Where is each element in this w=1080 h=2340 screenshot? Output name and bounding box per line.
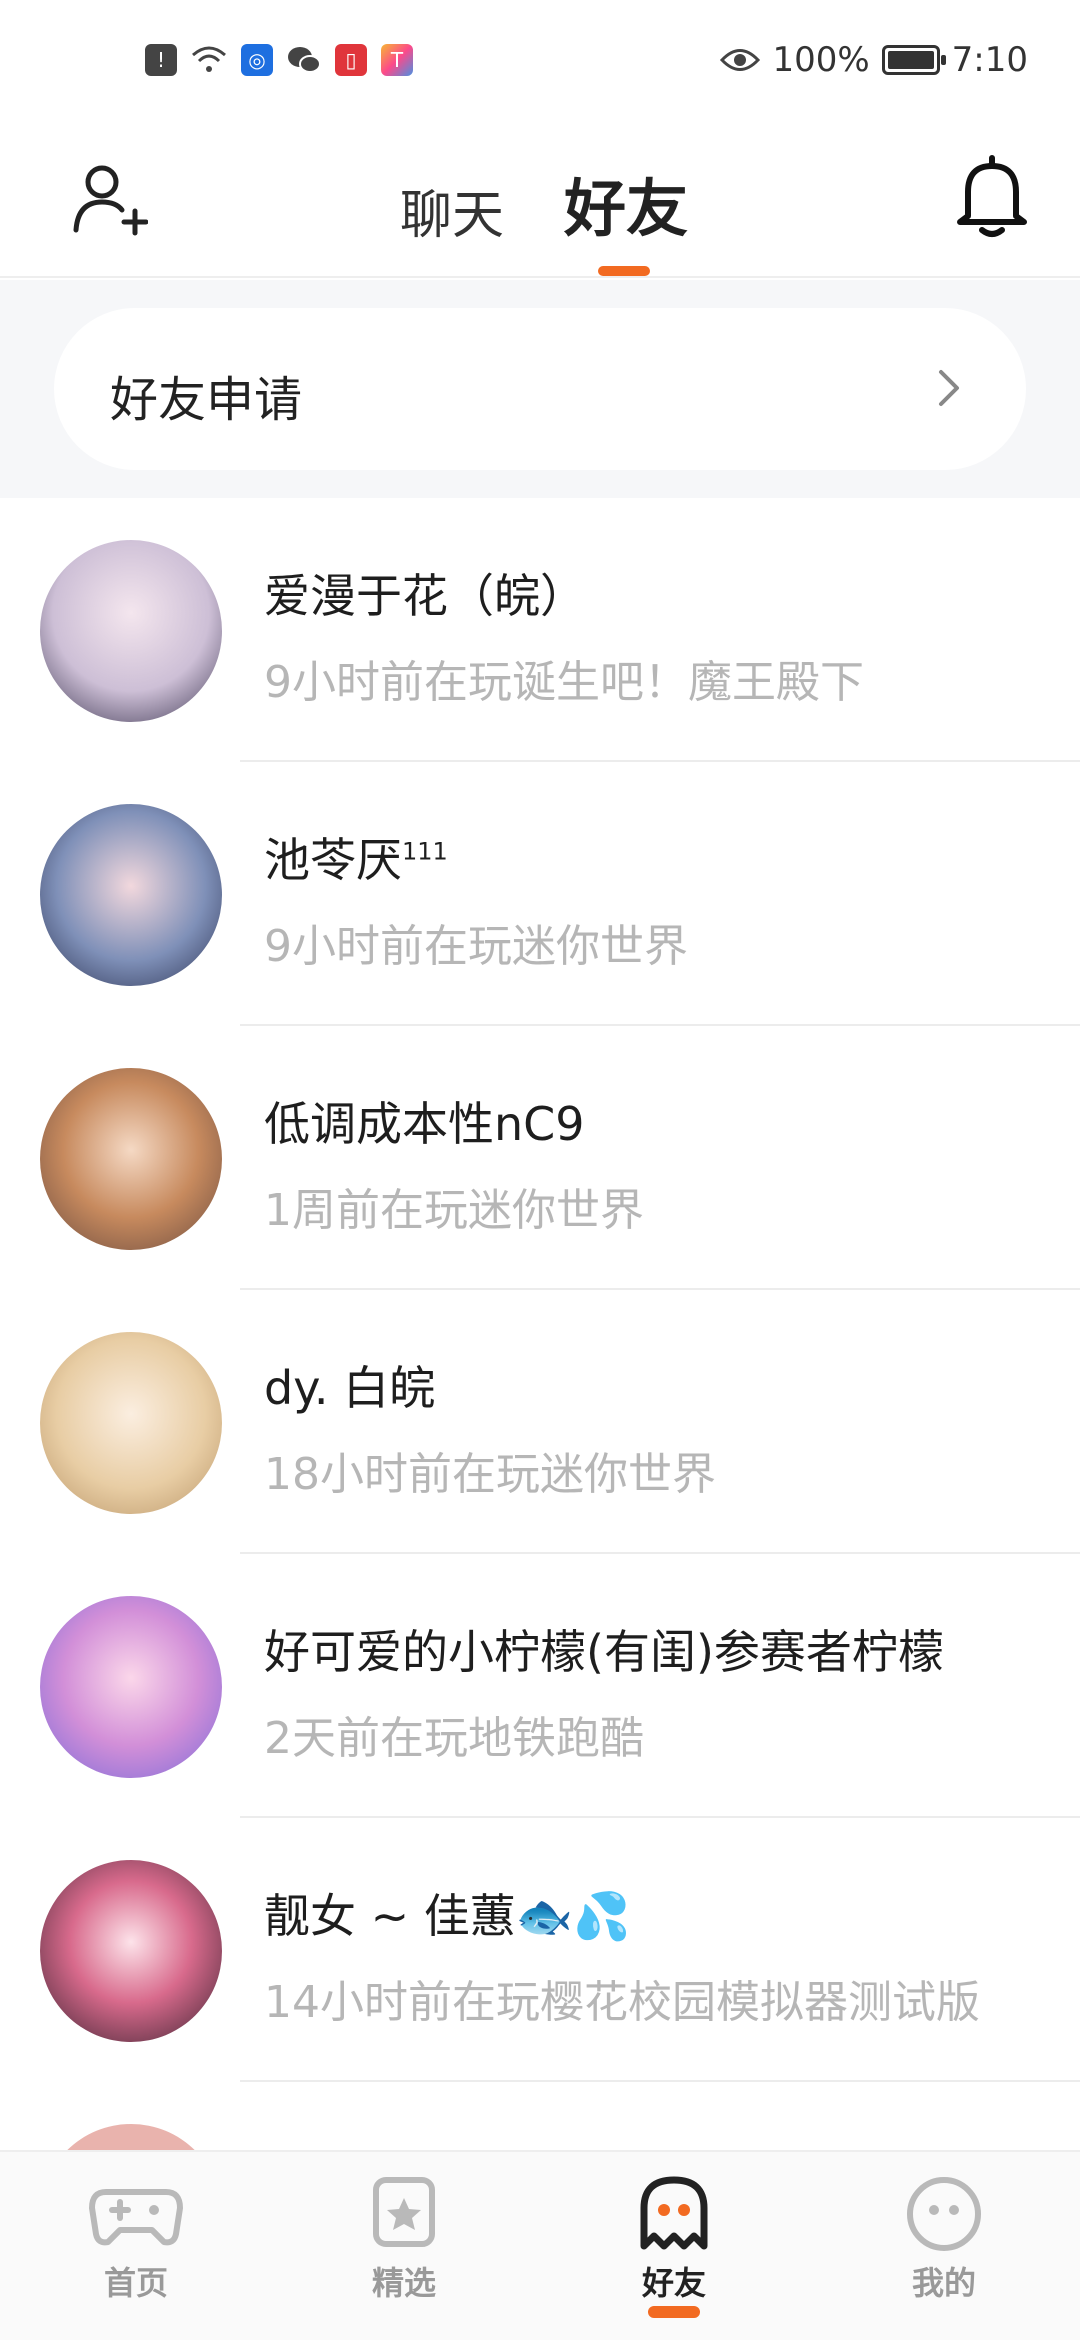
avatar[interactable]: [40, 540, 222, 722]
nav-label: 精选: [371, 2264, 436, 2302]
alert-icon: !: [145, 44, 177, 76]
friend-request-label: 好友申请: [110, 372, 303, 428]
battery-percent: 100%: [772, 40, 870, 80]
bell-icon[interactable]: [954, 154, 1030, 240]
gamepad-icon: [89, 2189, 183, 2246]
active-tab-indicator: [598, 266, 650, 276]
friend-name: 靓女 ~ 佳蕙🐟💦: [264, 1889, 631, 1943]
friend-name: 好可爱的小柠檬(有闺)参赛者柠檬: [264, 1625, 944, 1679]
nav-home[interactable]: 首页: [66, 2174, 206, 2304]
friend-list: 爱漫于花（皖） 9小时前在玩诞生吧！魔王殿下 池苓厌111 9小时前在玩迷你世界…: [0, 498, 1080, 2082]
book-app-icon: ▯: [335, 44, 367, 76]
status-bar: ! ◎ ▯ T 100% 7:10: [0, 0, 1080, 130]
avatar[interactable]: [40, 1068, 222, 1250]
friend-row[interactable]: 低调成本性nC9 1周前在玩迷你世界: [0, 1026, 1080, 1290]
avatar[interactable]: [40, 1596, 222, 1778]
friend-name: 爱漫于花（皖）: [264, 569, 586, 623]
face-icon: [907, 2177, 981, 2251]
friend-row[interactable]: dy. 白皖 18小时前在玩迷你世界: [0, 1290, 1080, 1554]
wifi-icon: [192, 46, 226, 72]
ghost-icon: [640, 2176, 708, 2250]
divider: [240, 2080, 1080, 2082]
avatar[interactable]: [40, 1332, 222, 1514]
nav-featured[interactable]: 精选: [334, 2174, 474, 2304]
battery-icon: [881, 45, 946, 75]
nav-label: 我的: [911, 2264, 976, 2302]
bottom-nav: 首页 精选 好友 我的: [0, 2150, 1080, 2340]
friend-status: 9小时前在玩迷你世界: [264, 921, 688, 972]
status-icons: ! ◎ ▯ T: [145, 44, 413, 76]
eye-icon: [720, 49, 761, 71]
star-badge-icon: [373, 2177, 435, 2247]
status-right: 100% 7:10: [720, 40, 1028, 80]
avatar[interactable]: [40, 804, 222, 986]
friend-status: 1周前在玩迷你世界: [264, 1185, 644, 1236]
tab-bar: 聊天 好友: [400, 158, 688, 248]
bulb-app-icon: ◎: [241, 44, 273, 76]
wechat-icon: [288, 47, 321, 73]
chevron-right-icon: [939, 370, 959, 406]
avatar[interactable]: [40, 1860, 222, 2042]
friend-name: 池苓厌111: [264, 833, 448, 887]
add-friend-icon[interactable]: [72, 160, 148, 236]
nav-me[interactable]: 我的: [874, 2174, 1014, 2304]
tab-chat[interactable]: 聊天: [400, 173, 504, 248]
friend-name-sup: 111: [402, 837, 448, 866]
nav-friends[interactable]: 好友: [604, 2174, 744, 2318]
tab-friends[interactable]: 好友: [564, 158, 688, 248]
friend-row[interactable]: 好可爱的小柠檬(有闺)参赛者柠檬 2天前在玩地铁跑酷: [0, 1554, 1080, 1818]
nav-label: 首页: [103, 2264, 168, 2302]
friend-row[interactable]: 靓女 ~ 佳蕙🐟💦 14小时前在玩樱花校园模拟器测试版: [0, 1818, 1080, 2082]
friend-request-button[interactable]: 好友申请: [54, 308, 1026, 470]
friend-row[interactable]: 池苓厌111 9小时前在玩迷你世界: [0, 762, 1080, 1026]
active-nav-indicator: [648, 2306, 700, 2318]
nav-label: 好友: [641, 2264, 706, 2302]
friend-request-section: 好友申请: [0, 280, 1080, 498]
friend-name: dy. 白皖: [264, 1361, 436, 1415]
friend-status: 9小时前在玩诞生吧！魔王殿下: [264, 657, 864, 708]
clock: 7:10: [951, 40, 1028, 80]
top-header: 聊天 好友: [0, 130, 1080, 278]
friend-status: 14小时前在玩樱花校园模拟器测试版: [264, 1977, 980, 2028]
friend-status: 18小时前在玩迷你世界: [264, 1449, 716, 1500]
friend-status: 2天前在玩地铁跑酷: [264, 1713, 644, 1764]
color-app-icon: T: [381, 44, 413, 76]
friend-name: 低调成本性nC9: [264, 1097, 585, 1151]
friend-row[interactable]: 爱漫于花（皖） 9小时前在玩诞生吧！魔王殿下: [0, 498, 1080, 762]
